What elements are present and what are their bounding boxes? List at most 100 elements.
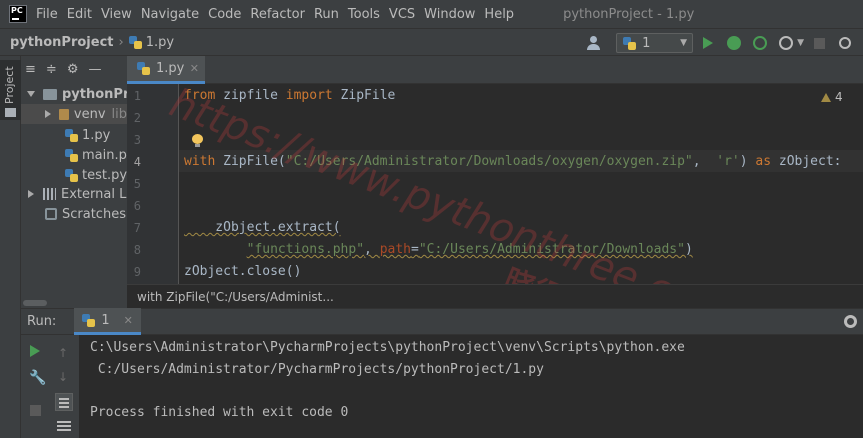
search-icon[interactable] [839, 37, 851, 49]
tree-root-label: pythonProject [62, 86, 127, 102]
breadcrumb-separator: › [118, 34, 124, 50]
menu-code[interactable]: Code [208, 7, 241, 22]
tree-scratches-label: Scratches a [62, 206, 127, 222]
profile-icon[interactable] [779, 36, 794, 50]
python-file-icon [65, 148, 78, 162]
run-console[interactable]: C:\Users\Administrator\PycharmProjects\p… [79, 335, 863, 438]
menu-bar: PC File Edit View Navigate Code Refactor… [0, 0, 863, 28]
editor-tab-label: 1.py [156, 61, 185, 76]
breadcrumb-project[interactable]: pythonProject [10, 35, 114, 50]
line-number: 2 [133, 111, 141, 125]
user-icon[interactable] [586, 36, 602, 50]
editor-tab-bar: 1.py ✕ [127, 56, 863, 84]
project-scrollbar[interactable] [21, 298, 127, 308]
run-tab-label: 1 [101, 312, 110, 328]
tree-file-1py[interactable]: 1.py [21, 125, 110, 145]
line-number: 9 [133, 265, 141, 279]
menu-navigate[interactable]: Navigate [141, 7, 199, 22]
tree-file-label: test.py [82, 167, 127, 183]
line-number: 8 [133, 243, 141, 257]
tree-file-test[interactable]: test.py [21, 165, 127, 185]
window-title: pythonProject - 1.py [563, 6, 695, 22]
run-panel-header: Run: 1 ✕ [21, 308, 863, 335]
arrow-down-icon[interactable]: ↓ [58, 370, 68, 384]
menu-vcs[interactable]: VCS [389, 7, 415, 22]
code-line-9: zObject.close() [184, 264, 302, 279]
python-file-icon [65, 168, 78, 182]
line-number: 4 [133, 155, 141, 169]
tree-file-main[interactable]: main.py [21, 145, 127, 165]
stop-icon[interactable] [814, 37, 825, 49]
run-icon[interactable] [703, 37, 714, 49]
collapse-arrow-icon [45, 110, 51, 118]
folder-icon [59, 108, 69, 120]
menu-window[interactable]: Window [424, 7, 475, 22]
close-icon[interactable]: ✕ [190, 62, 199, 75]
run-tab-1[interactable]: 1 ✕ [74, 308, 141, 335]
python-file-icon [65, 128, 78, 142]
debug-icon[interactable] [727, 36, 742, 50]
collapse-arrow-icon [28, 190, 34, 198]
python-file-icon [137, 62, 150, 75]
tree-file-label: main.py [82, 147, 127, 163]
tree-file-label: 1.py [82, 127, 111, 143]
line-number-gutter: 1 2 3 4 5 6 7 8 9 [127, 84, 179, 284]
run-config-label: 1 [642, 35, 651, 51]
arrow-up-icon[interactable]: ↑ [58, 346, 68, 360]
stop-icon[interactable] [30, 405, 41, 416]
close-icon[interactable]: ✕ [124, 314, 133, 327]
lightbulb-icon[interactable] [192, 134, 203, 148]
code-editor[interactable]: from zipfile import ZipFile with ZipFile… [179, 84, 863, 284]
editor-breadcrumb[interactable]: with ZipFile("C:/Users/Administ... [127, 284, 863, 308]
tree-item-venv-label: venv [73, 106, 106, 122]
coverage-icon[interactable] [753, 36, 768, 50]
project-panel: pythonProject venv lib 1.py main.py test… [21, 56, 127, 308]
menu-run[interactable]: Run [314, 7, 339, 22]
tree-root[interactable]: pythonProject [21, 84, 127, 104]
more-run-chevron-icon[interactable]: ▼ [797, 38, 804, 48]
code-line-7: zObject.extract( [184, 220, 341, 235]
run-toolbar: ↑ 🔧 ↓ [21, 335, 79, 438]
menu-refactor[interactable]: Refactor [250, 7, 305, 22]
project-tool-tab-label: Project [3, 66, 16, 104]
tree-scratches[interactable]: Scratches a [21, 204, 127, 224]
tree-item-venv-suffix: lib [111, 106, 127, 122]
soft-wrap-icon[interactable] [55, 393, 73, 411]
rerun-icon[interactable] [30, 345, 40, 357]
gear-icon[interactable]: ⚙ [67, 62, 79, 77]
line-number: 1 [133, 89, 141, 103]
line-number: 3 [133, 133, 141, 147]
menu-help[interactable]: Help [484, 7, 514, 22]
menu-view[interactable]: View [101, 7, 132, 22]
menu-file[interactable]: File [36, 7, 58, 22]
run-panel-label: Run: [27, 314, 57, 329]
python-config-icon [82, 313, 96, 327]
tree-external-libraries[interactable]: External Li [21, 184, 127, 204]
folder-icon [5, 108, 16, 117]
minimize-icon[interactable]: — [88, 62, 101, 77]
chevron-down-icon: ▼ [680, 38, 688, 48]
gear-icon[interactable] [844, 315, 857, 328]
menu-edit[interactable]: Edit [67, 7, 92, 22]
editor-tab-1py[interactable]: 1.py ✕ [127, 56, 205, 84]
line-number: 5 [133, 177, 141, 191]
menu-tools[interactable]: Tools [348, 7, 380, 22]
breadcrumb-file[interactable]: 1.py [146, 35, 174, 50]
run-config-select[interactable]: 1 ▼ [616, 33, 694, 53]
expand-arrow-icon [27, 91, 35, 97]
warning-count-badge[interactable]: 4 [821, 90, 843, 104]
python-config-icon [623, 36, 637, 50]
navigation-bar: pythonProject › 1.py 1 ▼ ▼ [0, 28, 863, 56]
collapse-all-icon[interactable]: ≑ [46, 62, 57, 77]
tree-item-venv[interactable]: venv lib [21, 104, 127, 124]
scroll-to-end-icon[interactable] [57, 421, 71, 423]
project-toolbar: ≡ ≑ ⚙ — [21, 56, 127, 82]
console-line: C:/Users/Administrator/PycharmProjects/p… [90, 362, 544, 377]
folder-icon [43, 88, 57, 100]
wrench-icon[interactable]: 🔧 [29, 370, 46, 386]
scratches-icon [45, 208, 57, 220]
code-line-4: with ZipFile("C:/Users/Administrator/Dow… [184, 154, 842, 169]
expand-all-icon[interactable]: ≡ [25, 62, 36, 77]
library-icon [43, 188, 56, 200]
python-file-icon [128, 35, 142, 49]
